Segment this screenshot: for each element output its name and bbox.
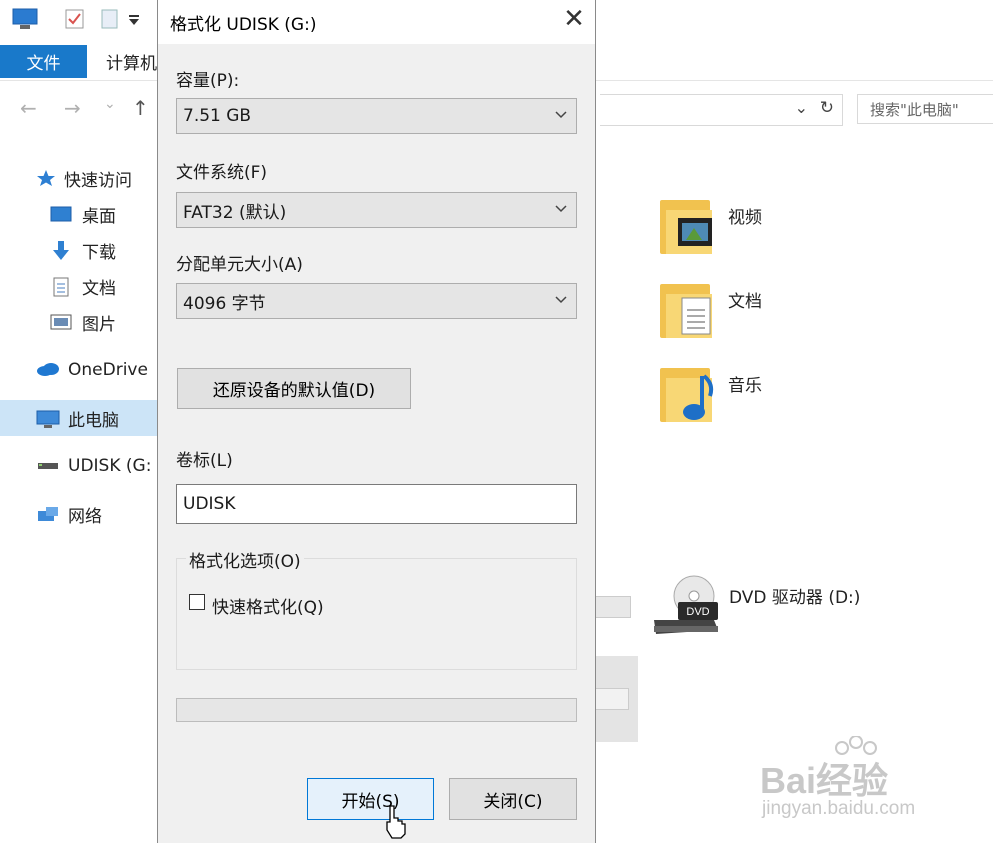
sidebar-item-label: 此电脑 [68,410,119,431]
pictures-icon [50,313,72,331]
dialog-title: 格式化 UDISK (G:) [170,15,317,35]
close-icon[interactable]: ✕ [560,4,588,34]
folder-label: 文档 [728,292,762,312]
refresh-icon[interactable]: ↻ [820,98,834,118]
sidebar-item-desktop[interactable]: 桌面 [50,200,116,228]
sidebar-item-pictures[interactable]: 图片 [50,308,116,336]
desktop-icon [50,205,72,223]
chevron-down-icon [555,296,567,304]
music-folder-icon [660,364,714,422]
folder-music[interactable] [660,364,720,426]
watermark-url: jingyan.baidu.com [762,798,916,819]
usb-drive-icon [36,457,60,475]
volume-label-input[interactable]: UDISK [176,484,577,524]
sidebar-item-label: 网络 [68,506,102,527]
capacity-select[interactable]: 7.51 GB [176,98,577,134]
sidebar-item-label: OneDrive [68,360,148,380]
tab-computer[interactable]: 计算机 [106,45,157,78]
format-progress-bar [176,698,577,722]
sidebar-item-udisk[interactable]: UDISK (G: [36,452,151,480]
network-icon [36,505,60,523]
sidebar-item-downloads[interactable]: 下载 [50,236,116,264]
allocation-unit-label: 分配单元大小(A) [176,255,303,275]
capacity-label: 容量(P): [176,71,240,91]
download-icon [50,241,72,260]
drive-label: DVD 驱动器 (D:) [729,588,861,608]
close-button[interactable]: 关闭(C) [449,778,577,820]
drive-usage-bar [596,688,629,710]
cloud-icon [36,361,60,379]
sidebar-item-network[interactable]: 网络 [36,500,102,528]
chevron-down-icon [555,205,567,213]
computer-icon [12,8,38,29]
dvd-drive[interactable]: DVD [652,574,720,638]
sidebar-item-onedrive[interactable]: OneDrive [36,356,148,384]
new-folder-icon[interactable] [100,8,120,30]
sidebar-item-label: 下载 [82,242,116,263]
up-arrow-icon[interactable]: ↑ [132,96,149,120]
hand-cursor-icon [386,805,406,839]
quick-format-checkbox[interactable] [189,594,205,610]
watermark-brand: Bai经验 [760,760,889,801]
address-dropdown-icon[interactable]: ⌄ [795,98,808,117]
filesystem-select[interactable]: FAT32 (默认) [176,192,577,228]
folder-label: 音乐 [728,376,762,396]
sidebar-item-label: 快速访问 [64,170,132,191]
address-input[interactable]: ⌄ ↻ [600,94,843,126]
allocation-unit-value: 4096 字节 [183,293,266,314]
sidebar-item-label: 图片 [82,314,116,335]
folder-videos[interactable] [660,196,720,258]
video-folder-icon [660,196,712,254]
restore-defaults-button[interactable]: 还原设备的默认值(D) [177,368,411,409]
search-input[interactable]: 搜索"此电脑" [857,94,993,124]
customize-toolbar-icon[interactable] [128,14,140,26]
sidebar-item-label: UDISK (G: [68,456,152,476]
sidebar-item-quick-access[interactable]: 快速访问 [36,164,132,192]
computer-icon [36,409,60,428]
back-arrow-icon[interactable]: ← [20,96,37,120]
recent-locations-icon[interactable]: ⌄ [104,96,116,112]
sidebar-item-label: 文档 [82,278,116,299]
chevron-down-icon [555,111,567,119]
filesystem-value: FAT32 (默认) [183,202,287,223]
document-icon [50,277,72,297]
volume-label-label: 卷标(L) [176,451,233,471]
quick-format-label[interactable]: 快速格式化(Q) [212,593,324,618]
sidebar-item-documents[interactable]: 文档 [50,272,116,300]
star-icon [36,169,56,187]
folder-label: 视频 [728,208,762,228]
dvd-drive-icon: DVD [654,575,718,634]
tab-file[interactable]: 文件 [0,45,87,78]
sidebar-item-this-pc[interactable]: 此电脑 [36,404,119,432]
drive-usage-bar [596,596,631,618]
start-button[interactable]: 开始(S) [307,778,434,820]
dvd-badge: DVD [686,606,709,618]
sidebar-item-label: 桌面 [82,206,116,227]
properties-icon[interactable] [64,8,86,30]
forward-arrow-icon[interactable]: → [64,96,81,120]
format-options-title: 格式化选项(O) [186,547,304,572]
allocation-unit-select[interactable]: 4096 字节 [176,283,577,319]
filesystem-label: 文件系统(F) [176,163,268,183]
documents-folder-icon [660,280,712,338]
capacity-value: 7.51 GB [183,106,252,126]
folder-documents[interactable] [660,280,720,342]
